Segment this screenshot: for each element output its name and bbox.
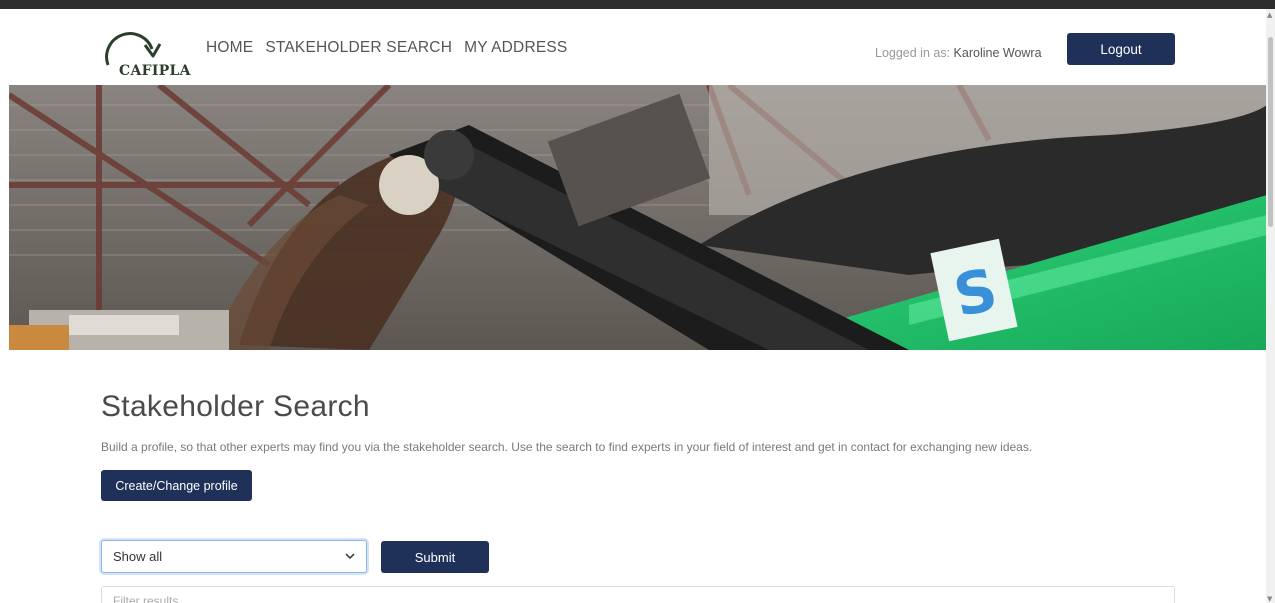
page-description: Build a profile, so that other experts m… — [101, 440, 1033, 454]
logout-button[interactable]: Logout — [1067, 33, 1175, 65]
user-name: Karoline Wowra — [953, 46, 1042, 60]
site-header: CAFIPLA HOME STAKEHOLDER SEARCH MY ADDRE… — [0, 9, 1266, 85]
hero-machine-illustration: S — [9, 85, 1267, 350]
logged-in-status: Logged in as: Karoline Wowra — [875, 46, 1042, 60]
scroll-up-icon[interactable]: ▲ — [1267, 11, 1272, 19]
filter-placeholder: Filter results — [113, 594, 179, 603]
stakeholder-filter-select[interactable]: Show all — [101, 540, 367, 573]
create-change-profile-button[interactable]: Create/Change profile — [101, 470, 252, 501]
submit-button[interactable]: Submit — [381, 541, 489, 573]
scrollbar-thumb[interactable] — [1268, 37, 1273, 227]
chevron-down-icon — [345, 553, 355, 560]
browser-top-bar — [0, 0, 1275, 9]
logo-text: CAFIPLA — [119, 63, 191, 79]
nav-home[interactable]: HOME — [206, 39, 253, 57]
hero-image: S — [9, 85, 1267, 350]
select-value: Show all — [113, 549, 163, 564]
cafipla-logo[interactable]: CAFIPLA — [100, 23, 195, 79]
scroll-down-icon[interactable]: ▼ — [1267, 595, 1272, 603]
filter-results-input[interactable]: Filter results — [101, 586, 1175, 603]
nav-stakeholder-search[interactable]: STAKEHOLDER SEARCH — [265, 39, 452, 57]
page-scrollbar[interactable]: ▲ ▼ — [1266, 9, 1275, 603]
main-nav: HOME STAKEHOLDER SEARCH MY ADDRESS — [206, 39, 567, 57]
page-title: Stakeholder Search — [101, 390, 370, 423]
logged-in-label: Logged in as: — [875, 46, 951, 60]
nav-my-address[interactable]: MY ADDRESS — [464, 39, 567, 57]
